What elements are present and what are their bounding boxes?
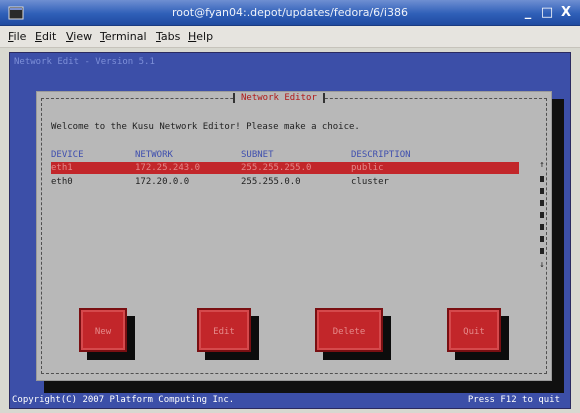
maximize-button[interactable]: □ (539, 5, 555, 21)
minimize-button[interactable]: _ (520, 5, 536, 21)
scroll-track-segment (540, 176, 544, 182)
window-title: root@fyan04:.depot/updates/fedora/6/i386 (172, 6, 408, 19)
cell-description: public (351, 163, 384, 173)
menu-file[interactable]: File (8, 30, 26, 43)
cell-network: 172.25.243.0 (135, 163, 201, 173)
delete-button-label: Delete (332, 327, 366, 337)
delete-button[interactable]: Delete (315, 308, 383, 352)
terminal-status-bar: Copyright(C) 2007 Platform Computing Inc… (10, 393, 570, 408)
scroll-down-arrow[interactable]: ↓ (537, 260, 547, 270)
welcome-message: Welcome to the Kusu Network Editor! Plea… (51, 122, 360, 132)
scroll-track-segment (540, 248, 544, 254)
network-table: DEVICE NETWORK SUBNET DESCRIPTION eth1 1… (51, 150, 519, 190)
scroll-track-segment (540, 188, 544, 194)
table-header: DEVICE NETWORK SUBNET DESCRIPTION (51, 150, 519, 162)
network-editor-dialog: Network Editor Welcome to the Kusu Netwo… (36, 91, 552, 381)
scroll-up-arrow[interactable]: ↑ (537, 160, 547, 170)
new-button-label: New (94, 327, 112, 337)
cell-device: eth1 (51, 163, 73, 173)
quit-button[interactable]: Quit (447, 308, 501, 352)
menu-terminal[interactable]: Terminal (100, 30, 147, 43)
cell-subnet: 255.255.255.0 (241, 163, 312, 173)
scroll-track-segment (540, 212, 544, 218)
terminal-header-line: Network Edit - Version 5.1 (14, 57, 155, 67)
edit-button-label: Edit (213, 327, 235, 337)
quit-hint: Press F12 to quit (467, 395, 560, 405)
menu-help[interactable]: Help (188, 30, 213, 43)
dialog-title: Network Editor (233, 93, 325, 103)
list-scrollbar[interactable]: ↑ ↓ (537, 160, 547, 278)
edit-button[interactable]: Edit (197, 308, 251, 352)
menu-view[interactable]: View (66, 30, 92, 43)
terminal-screen[interactable]: Network Edit - Version 5.1 Network Edito… (9, 52, 571, 409)
column-subnet: SUBNET (241, 150, 274, 160)
cell-device: eth0 (51, 177, 73, 187)
close-button[interactable]: X (558, 5, 574, 21)
quit-button-label: Quit (463, 327, 485, 337)
cell-subnet: 255.255.0.0 (241, 177, 301, 187)
copyright-text: Copyright(C) 2007 Platform Computing Inc… (12, 395, 235, 405)
column-network: NETWORK (135, 150, 173, 160)
column-description: DESCRIPTION (351, 150, 411, 160)
cell-network: 172.20.0.0 (135, 177, 190, 187)
cell-description: cluster (351, 177, 389, 187)
scroll-track-segment (540, 200, 544, 206)
new-button[interactable]: New (79, 308, 127, 352)
menu-tabs[interactable]: Tabs (156, 30, 180, 43)
menu-edit[interactable]: Edit (35, 30, 56, 43)
window-titlebar[interactable]: root@fyan04:.depot/updates/fedora/6/i386… (0, 0, 580, 26)
column-device: DEVICE (51, 150, 84, 160)
scroll-track-segment (540, 224, 544, 230)
menu-bar: File Edit View Terminal Tabs Help (0, 26, 580, 48)
table-row[interactable]: eth1 172.25.243.0 255.255.255.0 public (51, 162, 519, 174)
scroll-track-segment (540, 236, 544, 242)
table-row[interactable]: eth0 172.20.0.0 255.255.0.0 cluster (51, 176, 519, 188)
